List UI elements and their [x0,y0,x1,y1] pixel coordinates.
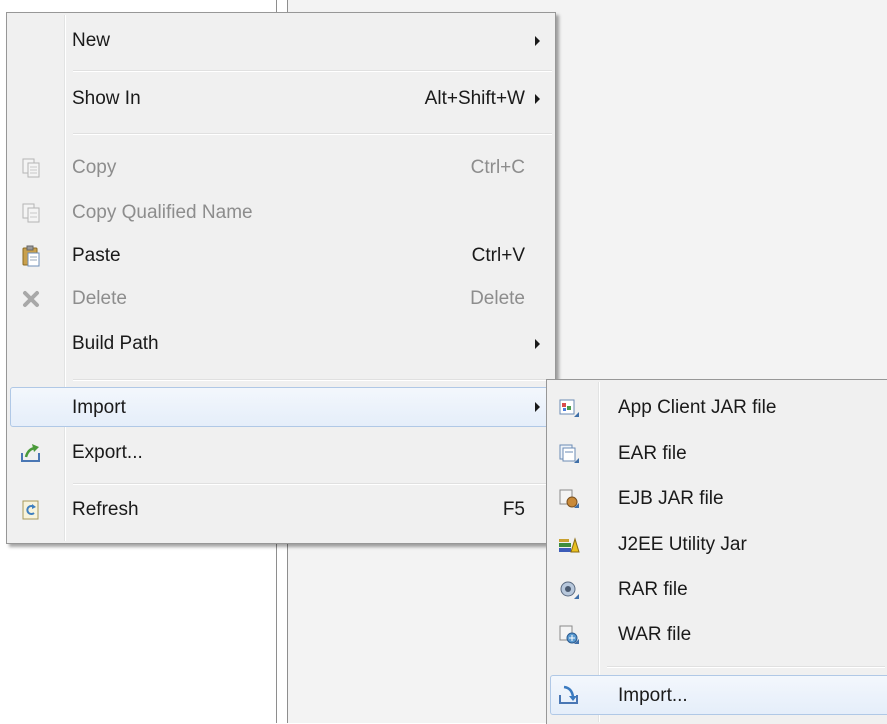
menu-item-label: Build Path [72,333,159,354]
submenu-arrow-icon [535,339,540,349]
paste-icon [22,245,40,267]
submenu-item-ear-file[interactable]: EAR file [550,434,885,474]
menu-separator [73,379,552,381]
menu-item-shortcut: Alt+Shift+W [424,88,525,109]
submenu-item-rar-file[interactable]: RAR file [550,570,885,610]
menu-separator [73,133,552,135]
menu-item-paste[interactable]: Paste Ctrl+V [10,236,552,276]
menu-item-new[interactable]: New [10,21,552,61]
copy-icon [22,158,40,178]
rar-file-icon [560,581,579,599]
war-file-icon [559,625,579,644]
menu-item-label: Copy [72,157,117,178]
refresh-icon [22,500,39,520]
menu-item-refresh[interactable]: Refresh F5 [10,490,552,530]
menu-item-label: Import [72,397,126,418]
ear-file-icon [559,444,579,463]
import-icon [559,685,578,704]
menu-item-label: New [72,30,111,51]
submenu-item-label: EJB JAR file [618,488,724,509]
menu-item-build-path[interactable]: Build Path [10,324,552,364]
menu-item-export[interactable]: Export... [10,433,552,473]
delete-icon [23,291,39,307]
menu-item-label: Refresh [72,499,139,520]
menu-item-label: Copy Qualified Name [72,202,253,223]
ejb-jar-icon [559,489,579,508]
submenu-arrow-icon [535,94,540,104]
menu-item-label: Paste [72,245,121,266]
submenu-arrow-icon [535,402,540,412]
context-menu: New Show In Alt+Shift+W Copy Ctrl+C Copy… [6,12,556,544]
menu-item-shortcut: Ctrl+C [470,157,525,178]
menu-item-shortcut: Ctrl+V [471,245,525,266]
menu-item-import[interactable]: Import [10,387,552,427]
copy-qualified-name-icon [22,203,40,223]
submenu-item-import[interactable]: Import... [550,675,887,715]
submenu-arrow-icon [535,36,540,46]
menu-item-label: Export... [72,442,143,463]
menu-separator [73,70,552,72]
submenu-item-label: WAR file [618,624,692,645]
submenu-item-app-client-jar[interactable]: App Client JAR file [550,388,885,428]
export-icon [21,444,40,462]
submenu-item-war-file[interactable]: WAR file [550,615,885,655]
submenu-item-j2ee-utility-jar[interactable]: J2EE Utility Jar [550,525,885,565]
import-submenu: App Client JAR file EAR file EJB JAR fil… [546,379,887,724]
menu-item-delete[interactable]: Delete Delete [10,279,552,319]
menu-item-show-in[interactable]: Show In Alt+Shift+W [10,79,552,119]
menu-separator [607,666,885,668]
app-client-jar-icon [559,399,579,417]
submenu-item-label: EAR file [618,443,687,464]
menu-separator [73,483,552,485]
submenu-item-label: J2EE Utility Jar [618,534,747,555]
menu-item-label: Show In [72,88,141,109]
menu-item-shortcut: F5 [502,499,525,520]
submenu-item-ejb-jar[interactable]: EJB JAR file [550,479,885,519]
submenu-item-label: App Client JAR file [618,397,777,418]
submenu-item-label: Import... [618,685,688,706]
menu-item-copy[interactable]: Copy Ctrl+C [10,148,552,188]
menu-item-label: Delete [72,288,127,309]
menu-item-shortcut: Delete [470,288,525,309]
menu-item-copy-qualified-name[interactable]: Copy Qualified Name [10,193,552,233]
j2ee-utility-jar-icon [559,537,580,553]
submenu-item-label: RAR file [618,579,688,600]
